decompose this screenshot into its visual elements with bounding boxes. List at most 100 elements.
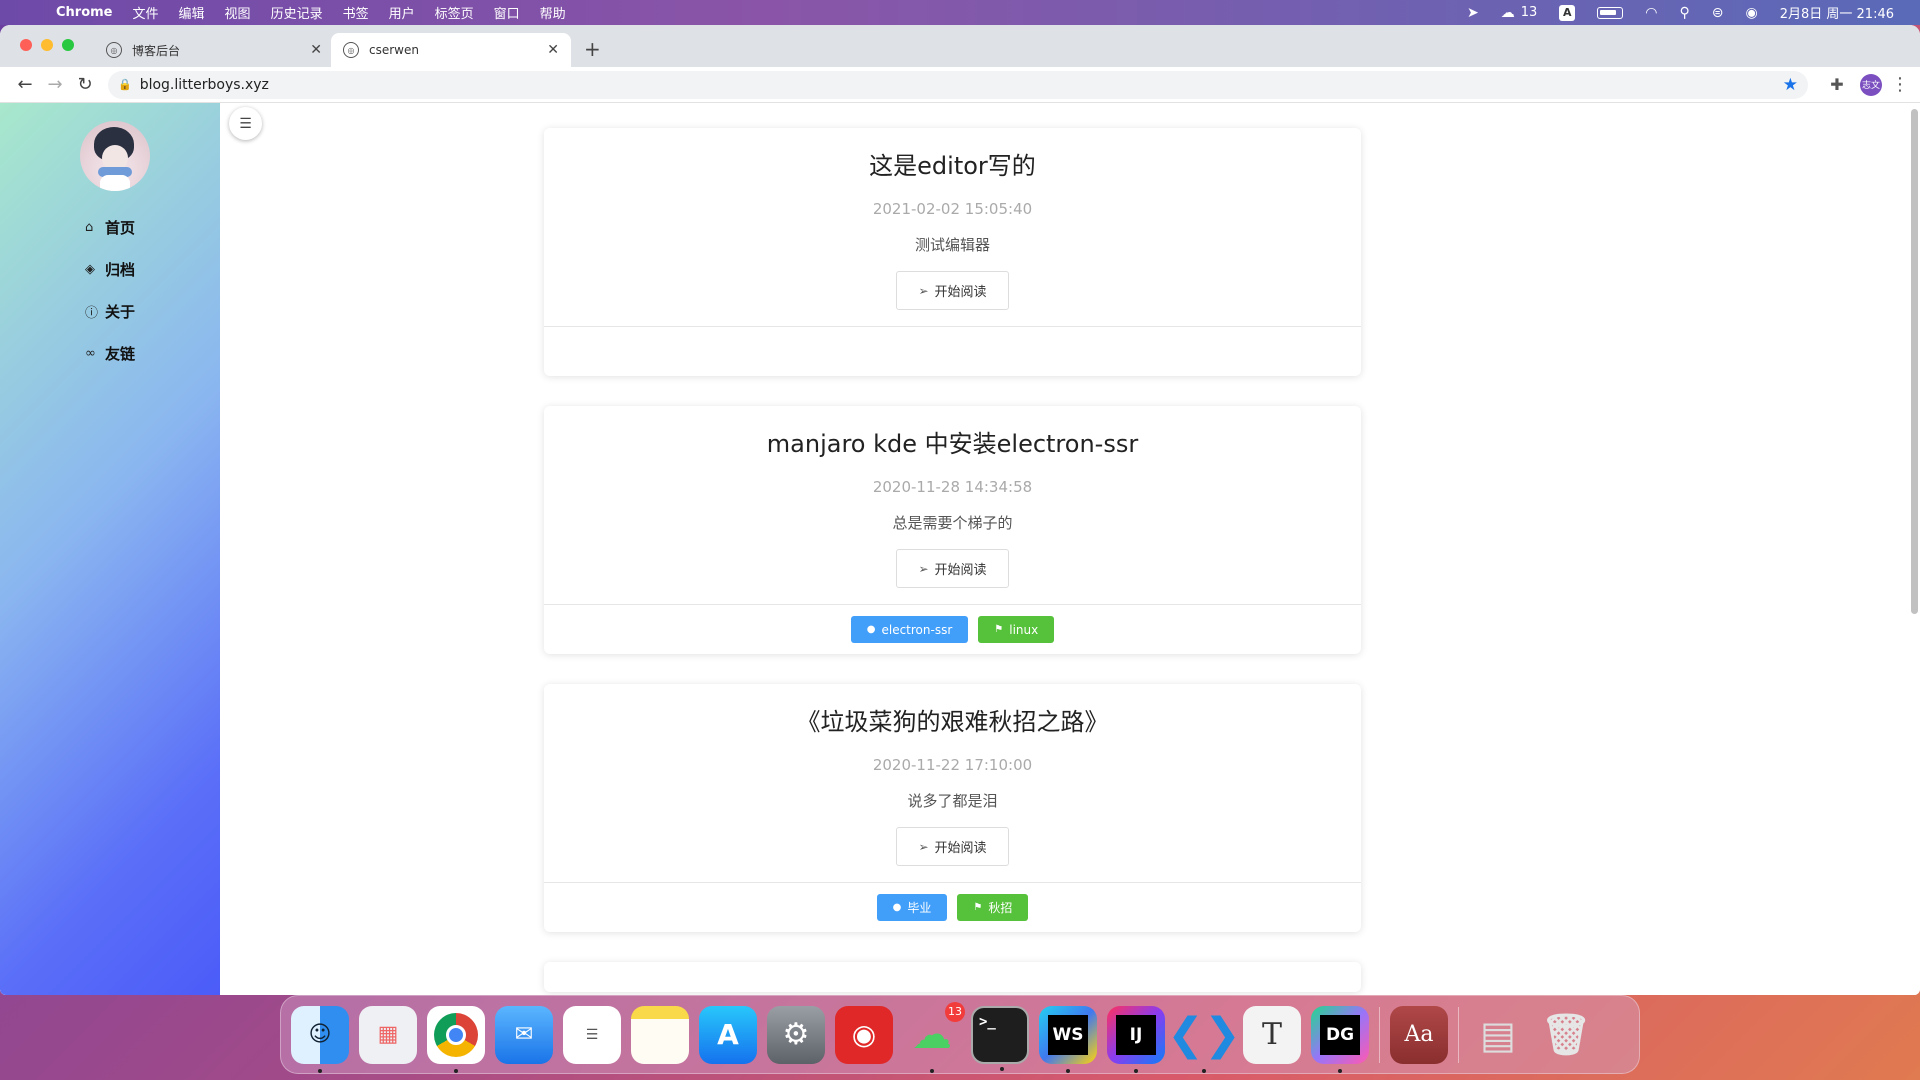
menu-people[interactable]: 用户: [389, 3, 415, 22]
post-title[interactable]: 这是editor写的: [544, 146, 1361, 180]
running-indicator: [318, 1068, 322, 1073]
wifi-icon[interactable]: ◠: [1645, 5, 1657, 21]
tag-electron-ssr[interactable]: ● electron-ssr: [850, 616, 969, 643]
lock-icon[interactable]: 🔒: [118, 78, 132, 91]
post-body: manjaro kde 中安装electron-ssr 2020-11-28 1…: [544, 406, 1361, 604]
profile-avatar[interactable]: 志文: [1860, 73, 1882, 96]
running-indicator: [454, 1068, 458, 1073]
page-viewport: ⌂ 首页 ◈ 归档 ⓘ 关于 ∞ 友链 ☰ 这是editor写的 2021-02…: [0, 103, 1920, 995]
siri-icon[interactable]: ◉: [1746, 5, 1758, 21]
running-indicator: [1202, 1068, 1206, 1073]
battery-icon[interactable]: [1597, 6, 1624, 19]
running-indicator: [1066, 1068, 1070, 1073]
sidebar-item-archive[interactable]: ◈ 归档: [85, 248, 135, 290]
wechat-status-icon[interactable]: ☁: [1501, 5, 1515, 21]
datagrip-label: DG: [1320, 1014, 1360, 1055]
running-indicator: [1338, 1068, 1342, 1073]
start-reading-button[interactable]: ➢ 开始阅读: [896, 549, 1009, 588]
netease-music-icon[interactable]: ◉: [835, 1005, 893, 1064]
menubar-clock[interactable]: 2月8日 周一 21:46: [1780, 3, 1894, 22]
tag-pin-icon: ●: [892, 902, 902, 913]
spotlight-search-icon[interactable]: ⚲: [1680, 5, 1690, 21]
wechat-icon[interactable]: ☁ 13: [903, 1001, 965, 1073]
forward-button[interactable]: →: [40, 74, 70, 95]
dictionary-icon[interactable]: Aa: [1390, 1005, 1448, 1064]
menu-history[interactable]: 历史记录: [271, 3, 323, 22]
mail-icon[interactable]: ✉: [495, 1005, 553, 1064]
menu-help[interactable]: 帮助: [540, 3, 566, 22]
input-method-icon[interactable]: A: [1559, 4, 1576, 21]
new-tab-button[interactable]: +: [584, 37, 601, 61]
notes-icon[interactable]: [631, 1005, 689, 1064]
avatar[interactable]: [80, 121, 150, 191]
sidebar-item-links[interactable]: ∞ 友链: [85, 332, 135, 374]
start-reading-button[interactable]: ➢ 开始阅读: [896, 271, 1009, 310]
menu-view[interactable]: 视图: [225, 3, 251, 22]
tab-title: cserwen: [369, 43, 419, 57]
start-reading-label: 开始阅读: [934, 563, 987, 578]
tag-label: electron-ssr: [881, 622, 953, 637]
send-icon: ➢: [918, 839, 929, 854]
typora-icon[interactable]: T: [1243, 1005, 1301, 1064]
close-tab-icon[interactable]: ✕: [547, 42, 559, 58]
post-title[interactable]: manjaro kde 中安装electron-ssr: [544, 424, 1361, 458]
page-scrollbar[interactable]: [1911, 109, 1918, 614]
tab-cserwen[interactable]: ◎ cserwen ✕: [331, 33, 571, 67]
chrome-menu-icon[interactable]: ⋮: [1890, 74, 1910, 95]
menu-toggle-button[interactable]: ☰: [229, 107, 262, 140]
webstorm-icon[interactable]: WS: [1039, 1005, 1097, 1073]
start-reading-button[interactable]: ➢ 开始阅读: [896, 827, 1009, 866]
terminal-icon[interactable]: >_: [971, 1005, 1029, 1071]
home-icon: ⌂: [85, 219, 94, 235]
downloads-stack-icon[interactable]: ▤: [1469, 1006, 1527, 1064]
address-bar[interactable]: 🔒 blog.litterboys.xyz ★: [108, 70, 1808, 99]
minimize-window-button[interactable]: [41, 39, 53, 51]
tag-graduation[interactable]: ● 毕业: [876, 894, 948, 921]
sidebar-item-about[interactable]: ⓘ 关于: [85, 290, 135, 332]
url-text[interactable]: blog.litterboys.xyz: [140, 77, 1783, 93]
datagrip-icon[interactable]: DG: [1311, 1005, 1369, 1073]
post-title[interactable]: 《垃圾菜狗的艰难秋招之路》: [544, 702, 1361, 736]
launchpad-icon[interactable]: ▦: [359, 1005, 417, 1064]
post-card: 这是editor写的 2021-02-02 15:05:40 测试编辑器 ➢ 开…: [544, 128, 1361, 376]
sidebar-item-home[interactable]: ⌂ 首页: [85, 206, 135, 248]
send-icon: ➢: [918, 561, 929, 576]
menu-file[interactable]: 文件: [133, 3, 159, 22]
sidebar-item-label: 首页: [105, 218, 136, 237]
control-center-icon[interactable]: ⊜: [1712, 5, 1724, 21]
tab-blog-admin[interactable]: ◎ 博客后台 ✕: [94, 33, 334, 67]
dock: ☺ ▦ ✉ ☰ A ⚙ ◉ ☁ 13 >_ WS IJ ❮❯ T DG Aa ▤ …: [280, 995, 1640, 1074]
zoom-window-button[interactable]: [62, 39, 74, 51]
reload-button[interactable]: ↻: [70, 74, 100, 95]
send-icon[interactable]: ➤: [1467, 5, 1479, 21]
menu-window[interactable]: 窗口: [494, 3, 520, 22]
running-indicator: [1000, 1066, 1004, 1071]
sidebar-nav: ⌂ 首页 ◈ 归档 ⓘ 关于 ∞ 友链: [85, 206, 135, 374]
start-reading-label: 开始阅读: [934, 841, 987, 856]
app-store-icon[interactable]: A: [699, 1005, 757, 1064]
finder-icon[interactable]: ☺: [291, 1005, 349, 1073]
close-window-button[interactable]: [20, 39, 32, 51]
trash-icon[interactable]: 🗑: [1537, 1006, 1595, 1064]
chrome-icon[interactable]: [427, 1005, 485, 1073]
menu-bookmarks[interactable]: 书签: [343, 3, 369, 22]
tag-autumn-recruit[interactable]: ⚑ 秋招: [957, 894, 1029, 921]
vscode-icon[interactable]: ❮❯: [1167, 1006, 1241, 1073]
tab-title: 博客后台: [132, 43, 181, 58]
post-summary: 总是需要个梯子的: [892, 514, 1013, 532]
back-button[interactable]: ←: [10, 74, 40, 95]
menu-tab[interactable]: 标签页: [435, 3, 474, 22]
post-tags: ● 毕业 ⚑ 秋招: [544, 882, 1361, 932]
close-tab-icon[interactable]: ✕: [310, 42, 322, 58]
menu-app-name[interactable]: Chrome: [56, 5, 113, 20]
reminders-icon[interactable]: ☰: [563, 1005, 621, 1064]
menu-edit[interactable]: 编辑: [179, 3, 205, 22]
tag-linux[interactable]: ⚑ linux: [978, 616, 1055, 643]
extensions-puzzle-icon[interactable]: ✚: [1822, 75, 1852, 94]
system-preferences-icon[interactable]: ⚙: [767, 1005, 825, 1064]
info-icon: ⓘ: [85, 305, 99, 321]
avatar-body: [100, 175, 130, 191]
bookmark-star-icon[interactable]: ★: [1783, 75, 1798, 95]
intellij-idea-icon[interactable]: IJ: [1107, 1005, 1165, 1073]
tag-label: linux: [1009, 622, 1039, 637]
